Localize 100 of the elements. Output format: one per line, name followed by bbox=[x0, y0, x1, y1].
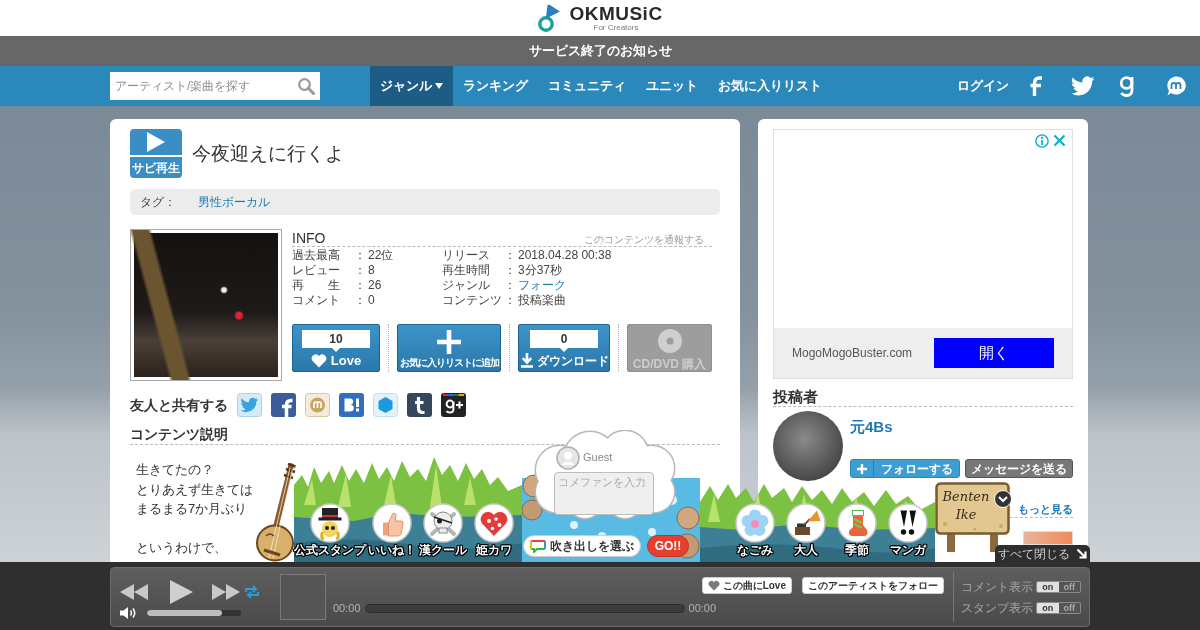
info-icon[interactable] bbox=[1035, 134, 1049, 148]
nav-item[interactable]: お気に入りリスト bbox=[708, 66, 832, 106]
toggle-label: スタンプ表示 bbox=[961, 601, 1034, 615]
skull-icon bbox=[423, 503, 463, 543]
stamp-button[interactable]: なごみ bbox=[730, 503, 780, 557]
info-separator: ： bbox=[354, 293, 366, 308]
elapsed-time: 00:00 bbox=[333, 602, 361, 615]
info-value: 0 bbox=[368, 293, 376, 308]
heart-icon bbox=[310, 353, 327, 369]
guest-avatar-icon bbox=[556, 446, 580, 470]
share-label: 友人と共有する bbox=[130, 396, 228, 415]
toggle-switch[interactable]: on off bbox=[1036, 602, 1081, 614]
info-heading: INFO bbox=[292, 230, 326, 246]
speech-bubble-icon[interactable] bbox=[1166, 76, 1186, 96]
report-link[interactable]: このコンテンツを通報する bbox=[584, 233, 704, 246]
info-separator: ： bbox=[354, 263, 366, 278]
more-link[interactable]: もっと見る bbox=[1018, 502, 1073, 517]
close-all-button[interactable]: すべて閉じる bbox=[995, 545, 1090, 562]
description-line: というわけで、 bbox=[136, 539, 227, 557]
bird-icon[interactable] bbox=[237, 393, 262, 417]
close-icon[interactable] bbox=[1053, 134, 1066, 147]
download-button[interactable]: 0 ダウンロード bbox=[518, 324, 610, 372]
description-line: まるまる7か月ぶり bbox=[136, 500, 248, 518]
f-letter-icon[interactable] bbox=[1030, 76, 1042, 96]
download-count: 0 bbox=[530, 330, 598, 352]
bird-icon[interactable] bbox=[1071, 76, 1095, 96]
plus-icon bbox=[857, 463, 867, 474]
message-button[interactable]: メッセージを送る bbox=[965, 459, 1073, 478]
info-separator: ： bbox=[354, 278, 366, 293]
logo-wordmark: OKMUSiC bbox=[569, 4, 663, 23]
info-separator: ： bbox=[354, 248, 366, 263]
add-to-list-button[interactable]: お気に入りリストに追加 bbox=[397, 324, 501, 372]
go-button[interactable]: GO!! bbox=[647, 535, 689, 557]
follow-artist-button[interactable]: このアーティストをフォロー bbox=[802, 577, 944, 594]
b-exclamation-icon[interactable] bbox=[339, 393, 364, 417]
stamp-button[interactable]: いいね！ bbox=[367, 503, 417, 557]
info-value: 26 bbox=[368, 278, 383, 293]
m-letter-icon[interactable] bbox=[305, 393, 330, 417]
disc-icon bbox=[657, 329, 682, 353]
stamp-button[interactable]: マンガ bbox=[883, 503, 933, 557]
search-field[interactable]: アーティスト/楽曲を探す bbox=[110, 72, 320, 100]
speaker-icon[interactable] bbox=[120, 606, 137, 620]
rewind-icon[interactable] bbox=[120, 584, 148, 600]
play-icon[interactable] bbox=[170, 580, 193, 604]
info-link[interactable]: フォーク bbox=[518, 278, 612, 293]
love-count: 10 bbox=[302, 330, 370, 352]
nav-item[interactable]: ユニット bbox=[636, 66, 708, 106]
double-exclamation-icon bbox=[888, 503, 928, 543]
info-value: 3分37秒 bbox=[518, 263, 564, 278]
toggle-label: コメント表示 bbox=[961, 580, 1034, 594]
info-label: 再 生 bbox=[292, 278, 341, 293]
stocking-icon bbox=[837, 503, 877, 543]
notice-link[interactable]: サービス終了のお知らせ bbox=[528, 43, 672, 59]
info-label: 再生時間 bbox=[442, 263, 491, 278]
love-button[interactable]: 10 Love bbox=[292, 324, 380, 372]
thumbnail-photo[interactable] bbox=[1023, 531, 1073, 545]
gramophone-icon bbox=[786, 503, 826, 543]
ad-open-button[interactable]: 開く bbox=[934, 338, 1054, 368]
login-link[interactable]: ログイン bbox=[957, 78, 1009, 94]
info-value: 8 bbox=[368, 263, 376, 278]
tag-label: タグ： bbox=[140, 193, 176, 211]
toggle-switch[interactable]: on off bbox=[1036, 581, 1081, 593]
progress-track[interactable] bbox=[364, 604, 685, 613]
heart-icon bbox=[707, 580, 720, 591]
info-separator: ： bbox=[504, 263, 516, 278]
stamp-button[interactable]: 漢クール bbox=[418, 503, 468, 557]
info-value: 22位 bbox=[368, 248, 395, 263]
g-plus-icon[interactable] bbox=[441, 393, 466, 417]
poster-heading: 投稿者 bbox=[773, 388, 818, 406]
stamp-button[interactable]: 季節 bbox=[832, 503, 882, 557]
guest-name: Guest bbox=[583, 451, 613, 464]
f-letter-icon[interactable] bbox=[271, 393, 296, 417]
nav-item[interactable]: ジャンル bbox=[370, 66, 453, 106]
g-letter-icon[interactable] bbox=[1119, 75, 1135, 97]
ad-domain: MogoMogoBuster.com bbox=[792, 346, 913, 360]
song-title: 今夜迎えに行くよ bbox=[192, 141, 344, 166]
top-hat-face-icon bbox=[310, 503, 350, 543]
fast-forward-icon[interactable] bbox=[212, 584, 240, 600]
description-line: 生きてたの？ bbox=[136, 461, 214, 479]
stamp-button[interactable]: 姫カワ bbox=[469, 503, 519, 557]
follow-button[interactable]: フォローする bbox=[850, 459, 960, 478]
description-line: とりあえず生きては bbox=[136, 480, 253, 499]
volume-slider[interactable] bbox=[147, 610, 241, 616]
nav-item[interactable]: コミュニティ bbox=[538, 66, 636, 106]
info-label: コンテンツ bbox=[442, 293, 502, 308]
nav-item[interactable]: ランキング bbox=[453, 66, 538, 106]
love-song-button[interactable]: この曲にLove bbox=[701, 577, 792, 594]
stamp-button[interactable]: 大人 bbox=[781, 503, 831, 557]
arrow-icon bbox=[1076, 548, 1087, 559]
poster-name-link[interactable]: 元4Bs bbox=[850, 418, 893, 435]
t-letter-icon[interactable] bbox=[407, 393, 432, 417]
bubble-select-button[interactable]: 吹き出しを選ぶ bbox=[523, 535, 641, 557]
preview-play-button[interactable]: サビ再生 bbox=[130, 129, 182, 178]
sign-text: Benten Ike bbox=[941, 488, 991, 524]
search-icon[interactable] bbox=[297, 77, 315, 95]
tag-link[interactable]: 男性ボーカル bbox=[198, 193, 270, 211]
repeat-icon[interactable] bbox=[244, 585, 260, 599]
plus-icon bbox=[436, 329, 462, 355]
info-label: リリース bbox=[442, 248, 491, 263]
stamp-button[interactable]: 公式スタンプ bbox=[294, 503, 366, 557]
